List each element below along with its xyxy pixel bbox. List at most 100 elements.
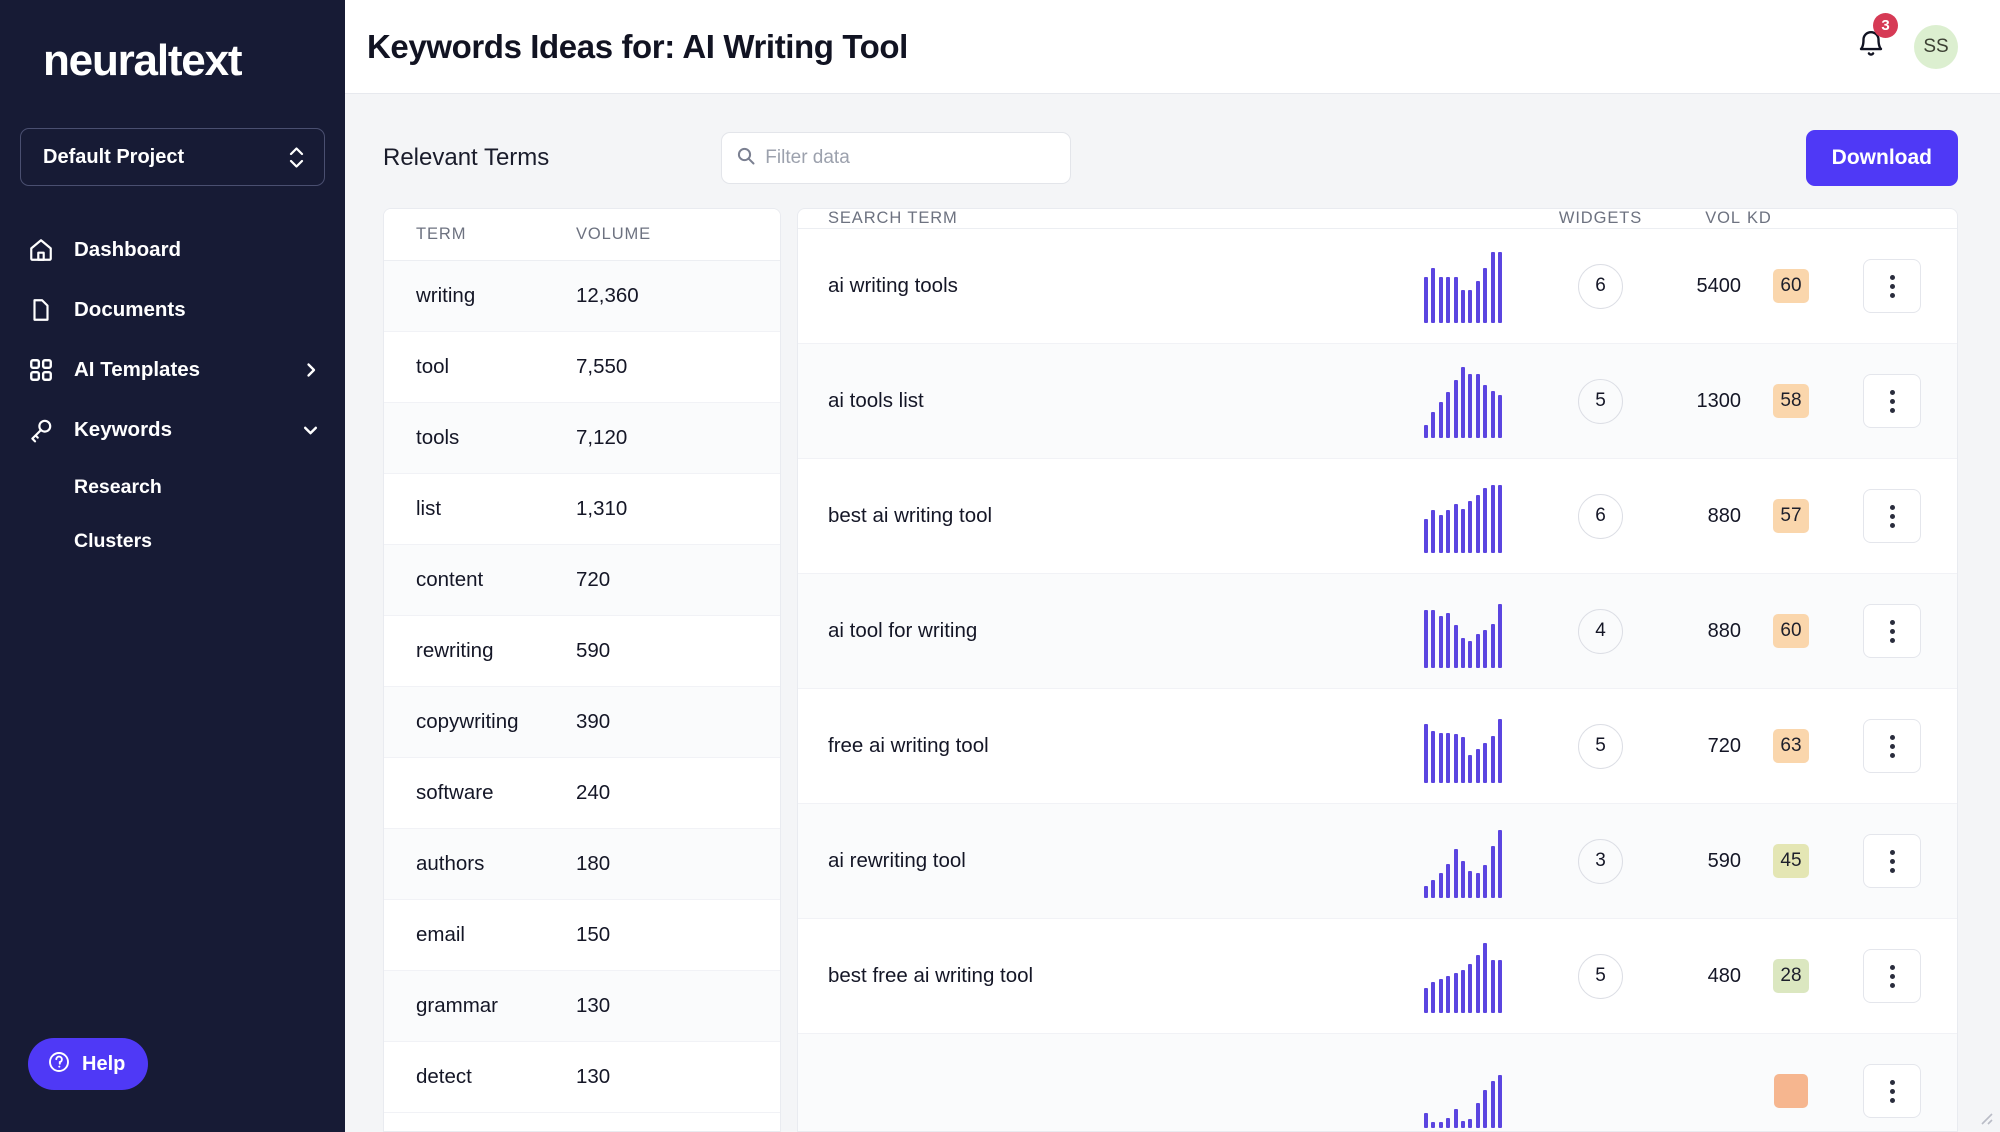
table-row[interactable]: software 240 bbox=[384, 758, 780, 829]
widgets-cell: 6 bbox=[1548, 493, 1653, 539]
search-terms-header-row: SEARCH TERM WIDGETS VOL KD bbox=[798, 209, 1957, 229]
search-term-cell: best free ai writing tool bbox=[828, 964, 1034, 987]
row-actions bbox=[1827, 949, 1957, 1003]
kebab-menu-icon[interactable] bbox=[1863, 834, 1921, 888]
table-row[interactable]: tools 7,120 bbox=[384, 403, 780, 474]
vol-cell: 480 bbox=[1707, 964, 1741, 987]
widgets-count: 5 bbox=[1578, 378, 1623, 424]
widgets-cell: 4 bbox=[1548, 608, 1653, 654]
trend-sparkline bbox=[1378, 249, 1548, 323]
table-row[interactable]: writing 12,360 bbox=[384, 261, 780, 332]
table-row[interactable]: rewriting 590 bbox=[384, 616, 780, 687]
brand-logo: neuraltext bbox=[43, 36, 242, 85]
term-cell: writing bbox=[416, 284, 476, 307]
search-terms-body: ai writing tools 6 5400 60 ai tools list 5 130… bbox=[798, 229, 1957, 1131]
sidebar-item-ai-templates[interactable]: AI Templates bbox=[0, 340, 345, 400]
term-cell: copywriting bbox=[416, 710, 519, 733]
row-actions bbox=[1827, 834, 1957, 888]
table-row[interactable]: free ai writing tool 5 720 63 bbox=[798, 689, 1957, 804]
project-selector[interactable]: Default Project bbox=[20, 128, 325, 186]
table-row[interactable]: best free ai writing tool 5 480 28 bbox=[798, 919, 1957, 1034]
term-cell: software bbox=[416, 781, 494, 804]
table-row[interactable]: copywriting 390 bbox=[384, 687, 780, 758]
trend-sparkline bbox=[1378, 594, 1548, 668]
column-header-term: TERM bbox=[416, 225, 467, 243]
row-actions bbox=[1827, 1064, 1957, 1118]
kd-badge bbox=[1774, 1074, 1808, 1108]
volume-cell: 590 bbox=[576, 639, 611, 662]
help-button-label: Help bbox=[82, 1052, 126, 1075]
sidebar-item-label: Dashboard bbox=[74, 238, 182, 261]
row-actions bbox=[1827, 374, 1957, 428]
kebab-menu-icon[interactable] bbox=[1863, 374, 1921, 428]
sidebar: neuraltext Default Project Dashboard Doc… bbox=[0, 0, 345, 1132]
table-row[interactable]: list 1,310 bbox=[384, 474, 780, 545]
table-row[interactable]: tool 7,550 bbox=[384, 332, 780, 403]
grid-icon bbox=[28, 357, 62, 383]
search-term-cell: best ai writing tool bbox=[828, 504, 993, 527]
table-row[interactable]: email 150 bbox=[384, 900, 780, 971]
term-cell: tools bbox=[416, 426, 460, 449]
search-input[interactable] bbox=[765, 147, 1057, 169]
kd-badge: 60 bbox=[1773, 269, 1809, 303]
table-row[interactable]: ai tool for writing 4 880 60 bbox=[798, 574, 1957, 689]
table-row[interactable] bbox=[798, 1034, 1957, 1131]
kebab-menu-icon[interactable] bbox=[1863, 489, 1921, 543]
volume-cell: 720 bbox=[576, 568, 611, 591]
notifications-button[interactable]: 3 bbox=[1856, 13, 1898, 64]
main-content: Keywords Ideas for: AI Writing Tool 3 SS… bbox=[345, 0, 2000, 1132]
kd-cell: 58 bbox=[1741, 384, 1827, 418]
kd-cell: 60 bbox=[1741, 269, 1827, 303]
widgets-count: 5 bbox=[1578, 953, 1623, 999]
kebab-menu-icon[interactable] bbox=[1863, 604, 1921, 658]
filter-search-box[interactable] bbox=[721, 132, 1072, 184]
sidebar-item-label: Keywords bbox=[74, 418, 172, 441]
resize-grip-icon[interactable] bbox=[1968, 1100, 1994, 1126]
trend-sparkline bbox=[1378, 364, 1548, 438]
section-title: Relevant Terms bbox=[383, 144, 550, 171]
help-button[interactable]: Help bbox=[28, 1038, 149, 1090]
column-header-kd: KD bbox=[1747, 209, 1772, 227]
sidebar-item-research[interactable]: Research bbox=[0, 460, 345, 514]
kd-cell: 60 bbox=[1741, 614, 1827, 648]
term-cell: grammar bbox=[416, 994, 499, 1017]
table-row[interactable]: best ai writing tool 6 880 57 bbox=[798, 459, 1957, 574]
kd-badge: 28 bbox=[1773, 959, 1809, 993]
search-icon bbox=[736, 146, 756, 171]
chevron-right-icon bbox=[303, 362, 319, 378]
widgets-cell: 5 bbox=[1548, 378, 1653, 424]
kebab-menu-icon[interactable] bbox=[1863, 719, 1921, 773]
widgets-count: 5 bbox=[1578, 723, 1623, 769]
search-term-cell: ai tool for writing bbox=[828, 619, 978, 642]
sidebar-item-clusters[interactable]: Clusters bbox=[0, 514, 345, 568]
table-row[interactable]: ai tools list 5 1300 58 bbox=[798, 344, 1957, 459]
sidebar-item-documents[interactable]: Documents bbox=[0, 280, 345, 340]
download-button[interactable]: Download bbox=[1805, 130, 1958, 186]
table-row[interactable]: authors 180 bbox=[384, 829, 780, 900]
key-icon bbox=[28, 417, 62, 443]
question-circle-icon bbox=[47, 1050, 71, 1079]
row-actions bbox=[1827, 604, 1957, 658]
kebab-menu-icon[interactable] bbox=[1863, 259, 1921, 313]
trend-sparkline bbox=[1378, 824, 1548, 898]
table-row[interactable]: detect 130 bbox=[384, 1042, 780, 1113]
term-cell: email bbox=[416, 923, 465, 946]
trend-sparkline bbox=[1378, 479, 1548, 553]
top-bar-actions: 3 SS bbox=[1856, 13, 1958, 69]
widgets-count: 6 bbox=[1578, 493, 1623, 539]
column-header-vol: VOL bbox=[1705, 209, 1741, 227]
kebab-menu-icon[interactable] bbox=[1863, 949, 1921, 1003]
kd-badge: 57 bbox=[1773, 499, 1809, 533]
search-terms-table: SEARCH TERM WIDGETS VOL KD ai writing to… bbox=[797, 208, 1958, 1132]
avatar[interactable]: SS bbox=[1914, 24, 1958, 69]
table-row[interactable]: content 720 bbox=[384, 545, 780, 616]
table-row[interactable]: grammar 130 bbox=[384, 971, 780, 1042]
column-header-volume: VOLUME bbox=[576, 225, 652, 243]
kebab-menu-icon[interactable] bbox=[1863, 1064, 1921, 1118]
sidebar-item-keywords[interactable]: Keywords bbox=[0, 400, 345, 460]
sidebar-item-dashboard[interactable]: Dashboard bbox=[0, 220, 345, 280]
page-title: Keywords Ideas for: AI Writing Tool bbox=[367, 27, 908, 65]
kd-badge: 60 bbox=[1773, 614, 1809, 648]
table-row[interactable]: ai rewriting tool 3 590 45 bbox=[798, 804, 1957, 919]
table-row[interactable]: ai writing tools 6 5400 60 bbox=[798, 229, 1957, 344]
